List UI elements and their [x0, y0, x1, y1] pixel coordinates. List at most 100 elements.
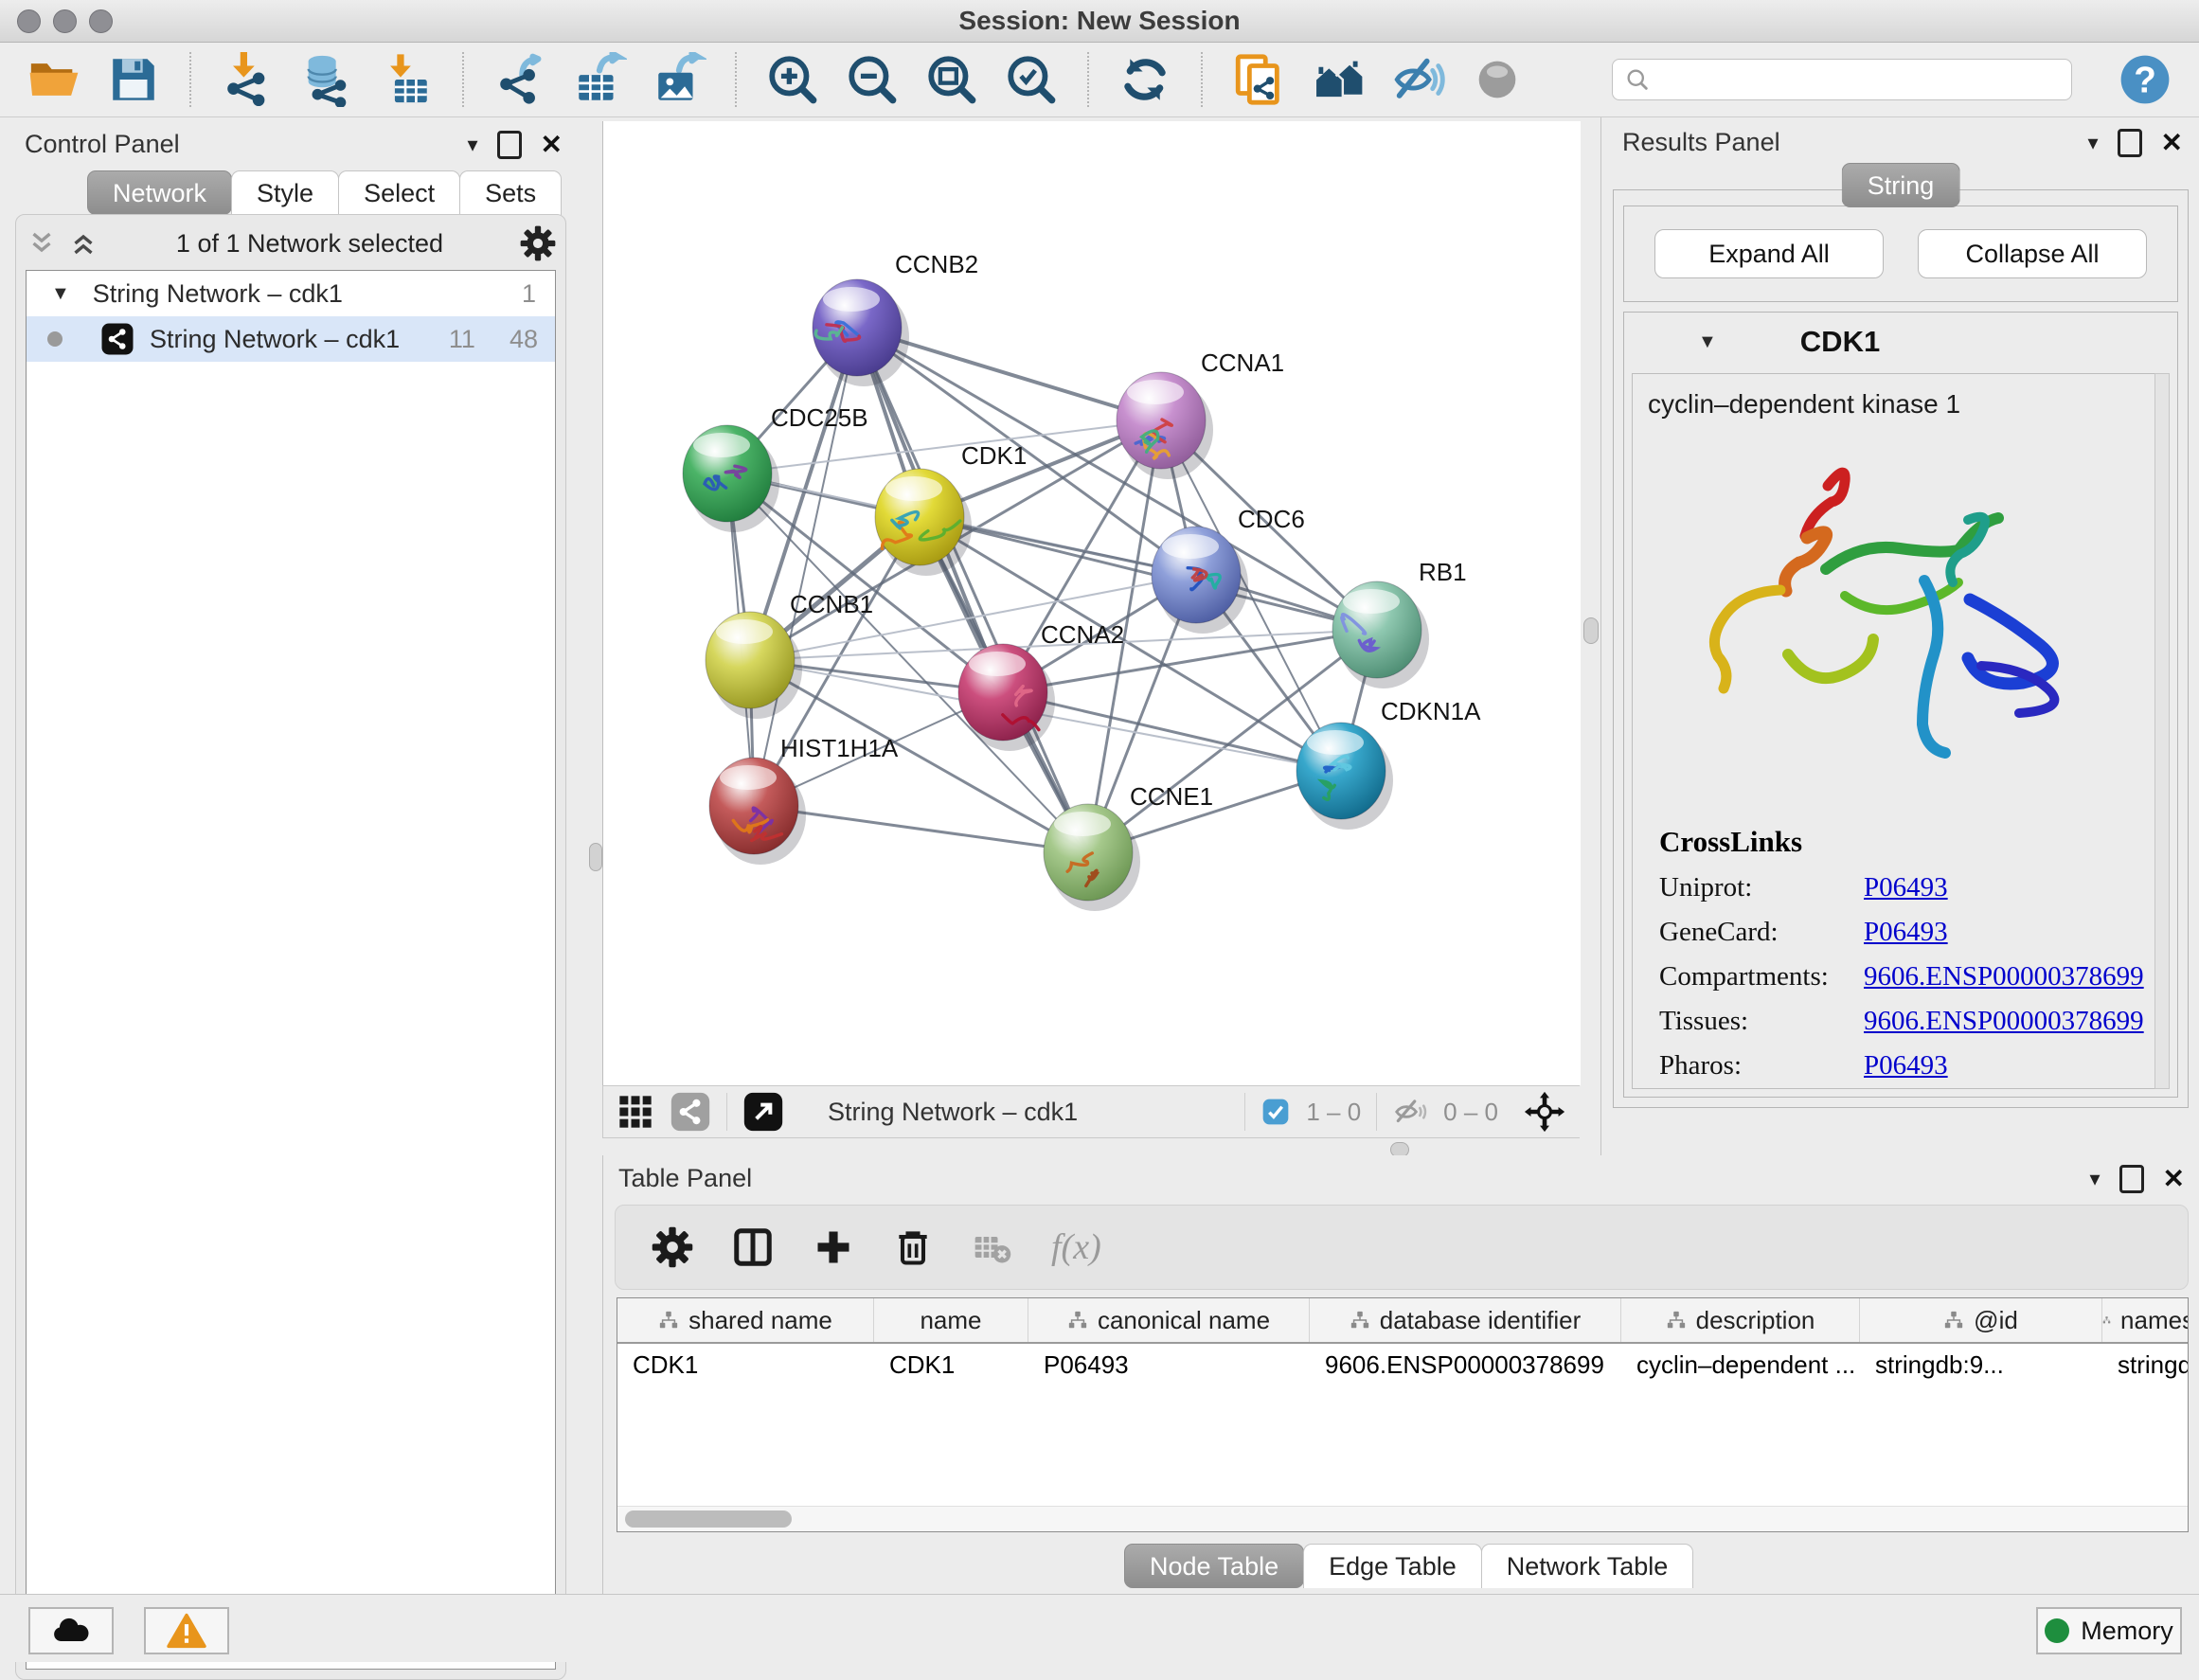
results-scrollbar[interactable]	[2154, 373, 2170, 1089]
delete-icon[interactable]	[892, 1226, 934, 1268]
expand-all-networks-icon[interactable]	[26, 227, 58, 259]
zoom-selected-icon[interactable]	[1004, 52, 1059, 107]
columns-icon[interactable]	[731, 1225, 775, 1269]
table-cell[interactable]: CDK1	[617, 1350, 874, 1380]
import-table-icon[interactable]	[379, 52, 434, 107]
table-hscrollbar[interactable]	[617, 1506, 2188, 1531]
add-column-icon[interactable]	[813, 1226, 854, 1268]
network-canvas[interactable]: CCNB2CCNA1CDC25BCDK1CDC6RB1CCNB1CCNA2CDK…	[602, 121, 1581, 1085]
network-node-CDKN1A[interactable]	[1296, 723, 1393, 830]
table-cell[interactable]: stringdb:9...	[1860, 1350, 2102, 1380]
memory-button[interactable]: Memory	[2036, 1607, 2182, 1654]
network-row[interactable]: String Network – cdk1 11 48	[27, 316, 555, 362]
warning-button[interactable]	[144, 1607, 229, 1654]
tab-sets[interactable]: Sets	[459, 170, 562, 215]
crosslink-link[interactable]: 9606.ENSP00000378699	[1864, 961, 2144, 992]
panel-menu-icon[interactable]: ▾	[467, 133, 477, 157]
grid-view-icon[interactable]	[617, 1093, 654, 1131]
window-minimize-button[interactable]	[53, 9, 77, 33]
gear-icon[interactable]	[652, 1226, 693, 1268]
tab-style[interactable]: Style	[231, 170, 339, 215]
tab-string[interactable]: String	[1842, 163, 1960, 207]
export-table-icon[interactable]	[572, 52, 627, 107]
tab-edge-table[interactable]: Edge Table	[1303, 1544, 1482, 1588]
panel-close-icon[interactable]: ✕	[541, 129, 563, 160]
column-header-description[interactable]: description	[1621, 1298, 1860, 1342]
window-zoom-button[interactable]	[89, 9, 113, 33]
tree-expander-icon[interactable]: ▼	[51, 283, 70, 305]
gear-icon[interactable]	[520, 225, 556, 261]
import-network-from-database-icon[interactable]	[299, 52, 354, 107]
column-header-canonical-name[interactable]: canonical name	[1028, 1298, 1310, 1342]
search-input[interactable]	[1660, 64, 2060, 96]
network-node-CDK1[interactable]	[875, 469, 972, 576]
cloud-button[interactable]	[28, 1607, 114, 1654]
network-node-RB1[interactable]	[1332, 581, 1429, 688]
zoom-out-icon[interactable]	[845, 52, 900, 107]
network-node-HIST1H1A[interactable]	[709, 758, 806, 865]
network-node-CDC6[interactable]	[1152, 527, 1248, 634]
network-node-CCNA2[interactable]	[958, 644, 1055, 751]
collapse-all-button[interactable]: Collapse All	[1918, 229, 2147, 278]
network-collection-row[interactable]: ▼ String Network – cdk1 1	[27, 271, 555, 316]
panel-close-icon[interactable]: ✕	[2161, 127, 2183, 158]
network-edge[interactable]	[857, 328, 1088, 852]
first-neighbors-icon[interactable]	[1311, 52, 1366, 107]
panel-menu-icon[interactable]: ▾	[2087, 131, 2098, 155]
tab-network-table[interactable]: Network Table	[1481, 1544, 1694, 1588]
table-cell[interactable]: cyclin–dependent ...	[1621, 1350, 1860, 1380]
panel-float-icon[interactable]	[2118, 129, 2142, 157]
network-edge[interactable]	[920, 517, 1377, 630]
column-header-shared-name[interactable]: shared name	[617, 1298, 874, 1342]
show-hide-panel-icon[interactable]	[1390, 52, 1445, 107]
panel-float-icon[interactable]	[497, 131, 522, 159]
column-header-@id[interactable]: @id	[1860, 1298, 2102, 1342]
tab-node-table[interactable]: Node Table	[1124, 1544, 1304, 1588]
external-link-icon[interactable]	[742, 1091, 784, 1133]
table-cell[interactable]: 9606.ENSP00000378699	[1310, 1350, 1621, 1380]
inactive-eye-icon[interactable]	[1470, 52, 1525, 107]
right-splitter-handle[interactable]	[1583, 617, 1599, 644]
table-cell[interactable]: CDK1	[874, 1350, 1028, 1380]
help-icon[interactable]: ?	[2118, 52, 2172, 107]
panel-menu-icon[interactable]: ▾	[2089, 1167, 2100, 1191]
left-splitter-handle[interactable]	[589, 843, 602, 871]
search-box[interactable]	[1612, 59, 2072, 100]
crosshair-icon[interactable]	[1523, 1090, 1566, 1134]
network-node-CCNE1[interactable]	[1044, 804, 1140, 911]
network-node-CCNB2[interactable]	[813, 279, 909, 386]
table-row[interactable]: CDK1CDK1P064939606.ENSP00000378699cyclin…	[617, 1344, 2188, 1386]
network-node-CCNA1[interactable]	[1117, 372, 1213, 479]
panel-float-icon[interactable]	[2119, 1165, 2144, 1193]
table-cell[interactable]: P06493	[1028, 1350, 1310, 1380]
crosslink-link[interactable]: P06493	[1864, 872, 1948, 903]
export-image-icon[interactable]	[652, 52, 706, 107]
node-table[interactable]: shared namenamecanonical namedatabase id…	[617, 1297, 2189, 1532]
column-header-name[interactable]: name	[874, 1298, 1028, 1342]
panel-close-icon[interactable]: ✕	[2163, 1163, 2185, 1194]
tab-network[interactable]: Network	[87, 170, 232, 215]
network-graph[interactable]: CCNB2CCNA1CDC25BCDK1CDC6RB1CCNB1CCNA2CDK…	[603, 121, 1581, 1085]
crosslink-link[interactable]: P06493	[1864, 917, 1948, 948]
crosslink-link[interactable]: 9606.ENSP00000378699	[1864, 1006, 2144, 1037]
import-network-icon[interactable]	[220, 52, 275, 107]
collapse-all-networks-icon[interactable]	[67, 227, 99, 259]
scrollbar-thumb[interactable]	[625, 1510, 792, 1528]
checkbox-icon[interactable]	[1260, 1097, 1291, 1127]
crosslink-link[interactable]: P06493	[1864, 1050, 1948, 1081]
window-close-button[interactable]	[17, 9, 41, 33]
clone-network-icon[interactable]	[1231, 52, 1286, 107]
section-expander-icon[interactable]: ▼	[1698, 331, 1717, 353]
column-header-namespac[interactable]: namespac	[2102, 1298, 2189, 1342]
open-session-icon[interactable]	[27, 52, 81, 107]
save-session-icon[interactable]	[106, 52, 161, 107]
refresh-icon[interactable]	[1117, 52, 1172, 107]
expand-all-button[interactable]: Expand All	[1654, 229, 1884, 278]
export-network-icon[interactable]	[492, 52, 547, 107]
table-cell[interactable]: stringdb	[2102, 1350, 2189, 1380]
tab-select[interactable]: Select	[338, 170, 460, 215]
column-header-database-identifier[interactable]: database identifier	[1310, 1298, 1621, 1342]
zoom-in-icon[interactable]	[765, 52, 820, 107]
share-view-icon[interactable]	[670, 1091, 711, 1133]
zoom-fit-icon[interactable]	[924, 52, 979, 107]
